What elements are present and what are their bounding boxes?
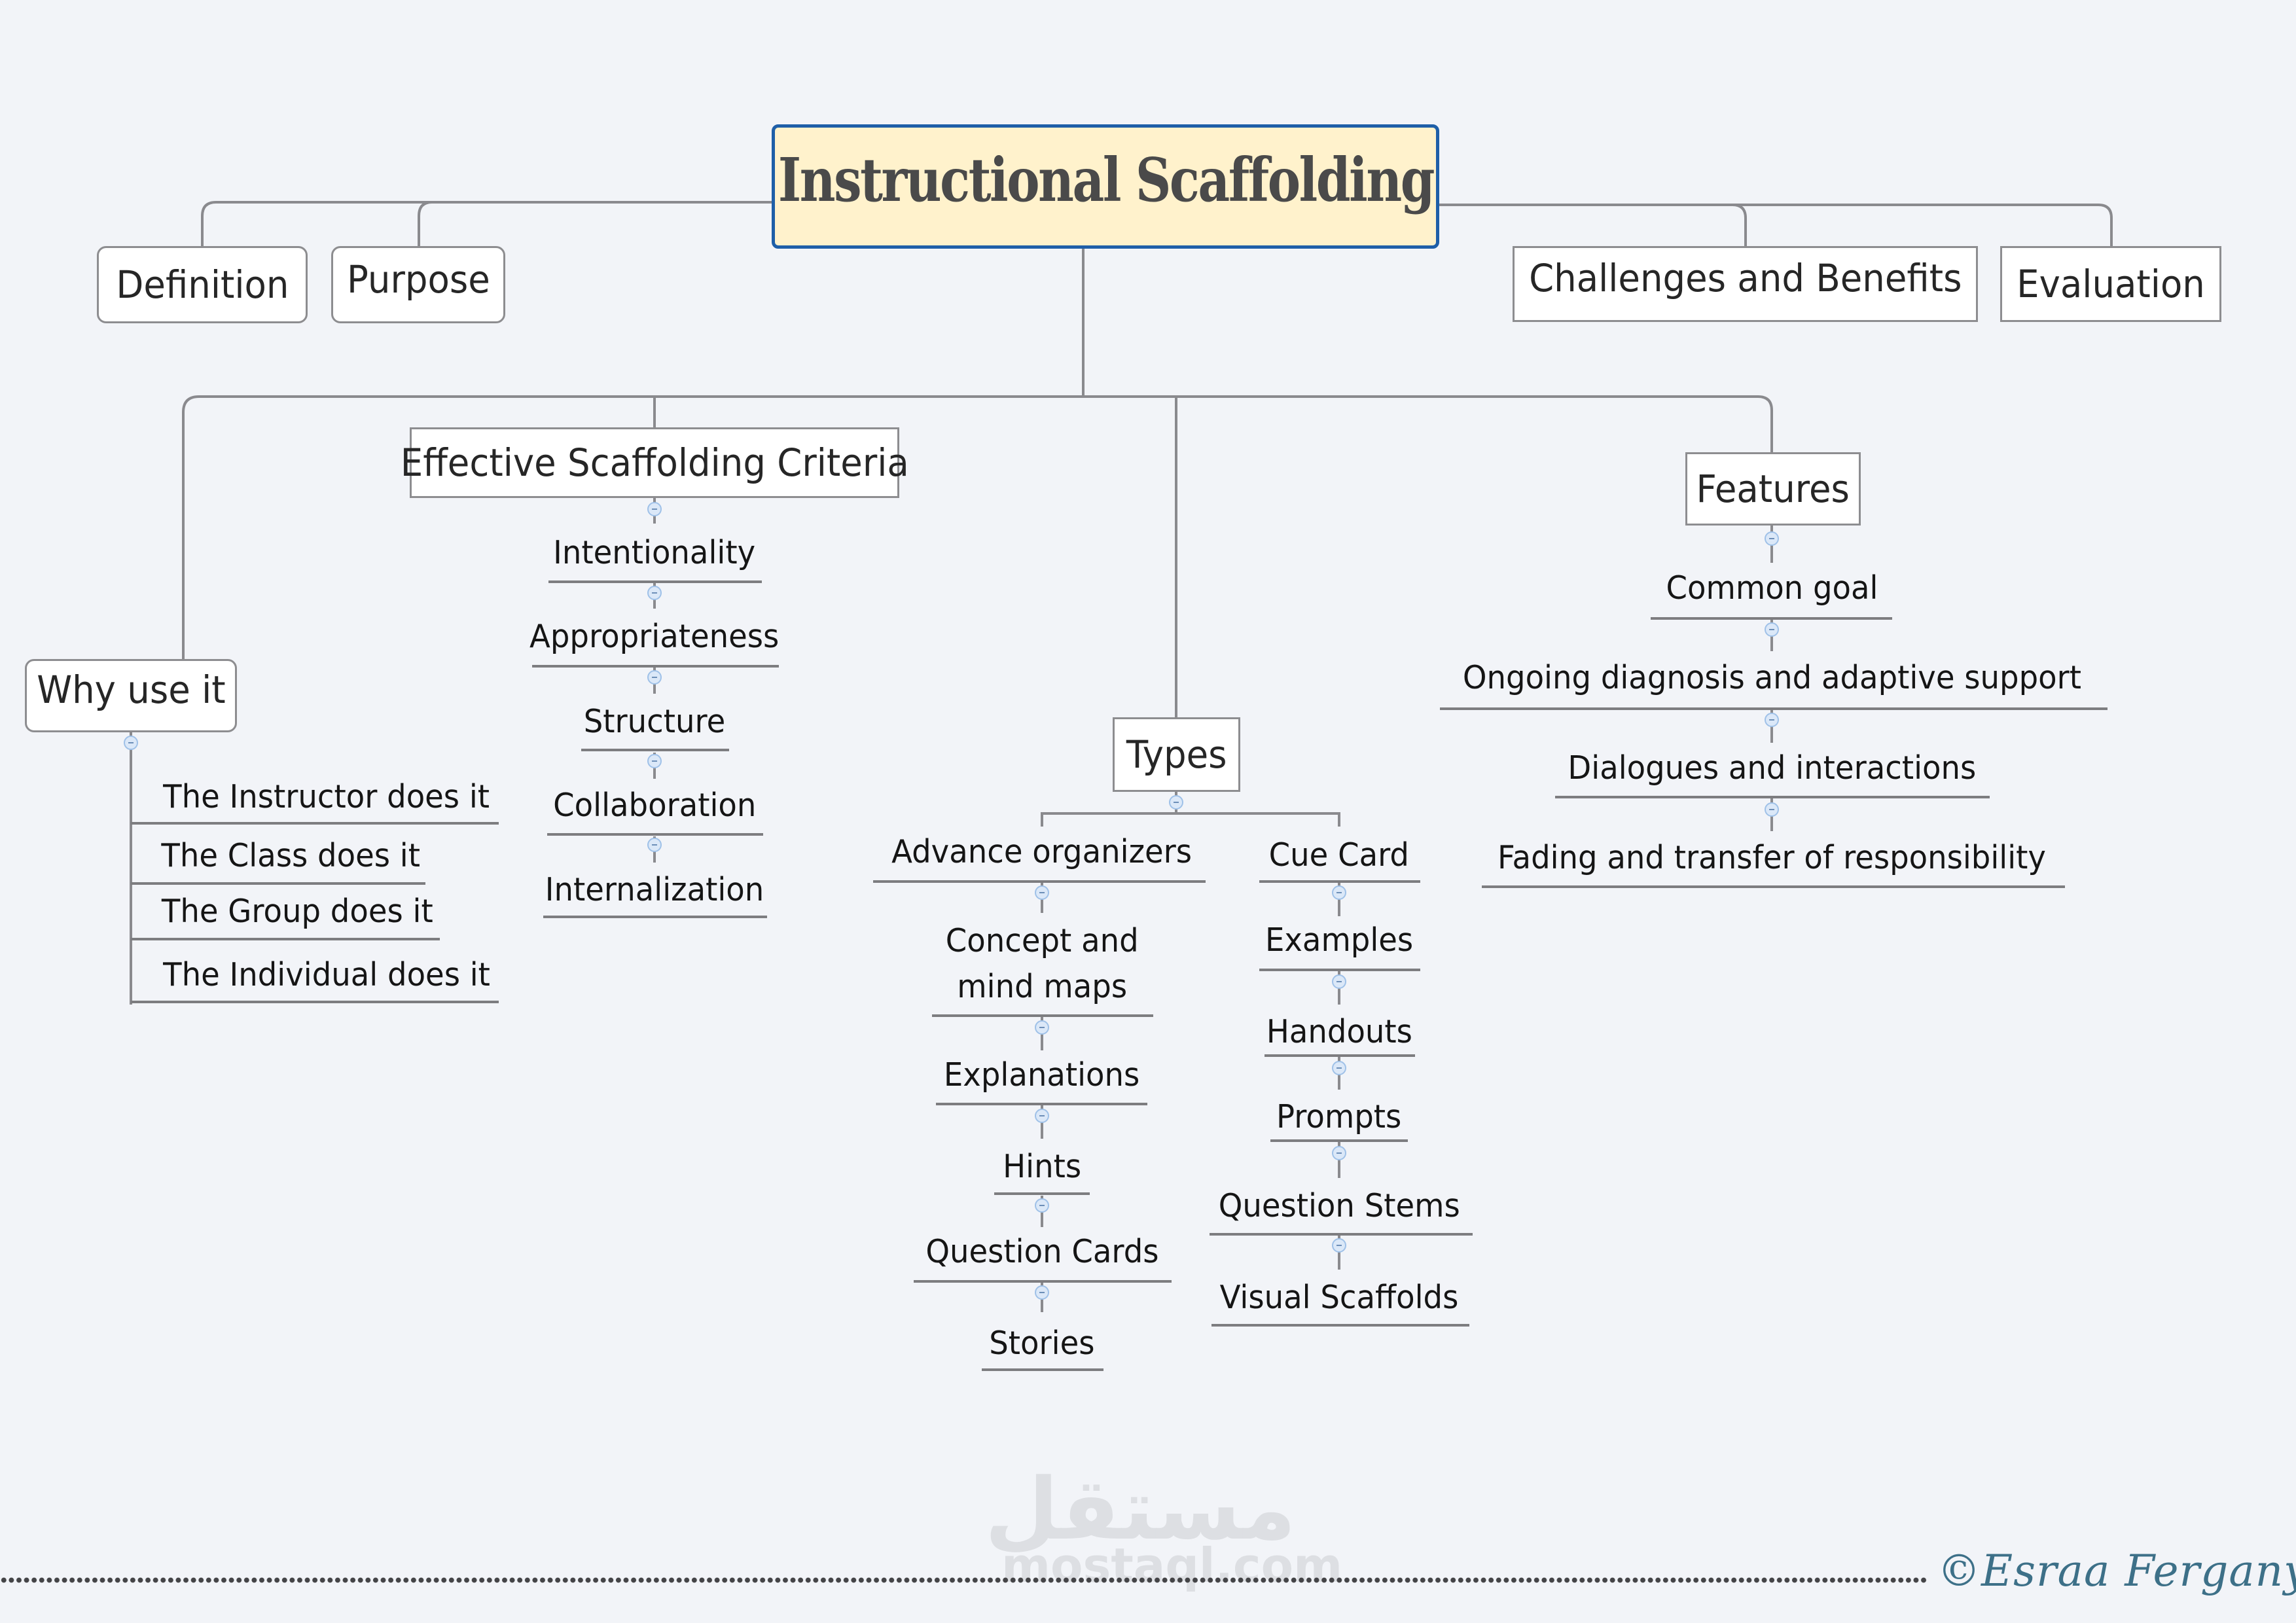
node-features[interactable]: Features — [1685, 452, 1861, 526]
node-label: Stories — [989, 1325, 1095, 1362]
type-item-right[interactable]: Examples — [1208, 918, 1470, 963]
node-label: Dialogues and interactions — [1568, 749, 1976, 787]
node-label: Hints — [1003, 1148, 1081, 1185]
node-evaluation[interactable]: Evaluation — [2000, 246, 2221, 322]
node-label: Appropriateness — [529, 618, 780, 655]
type-item-left[interactable]: Stories — [846, 1321, 1238, 1366]
node-challenges-label: Challenges and Benefits — [1528, 256, 1962, 300]
node-label: Collaboration — [552, 787, 757, 824]
central-topic[interactable]: Instructional Scaffolding — [772, 124, 1439, 249]
collapse-icon[interactable] — [1765, 531, 1779, 546]
type-item-right[interactable]: Visual Scaffolds — [1208, 1275, 1470, 1321]
why-item[interactable]: The Group does it — [154, 889, 440, 935]
node-label: The Individual does it — [163, 956, 490, 993]
node-label: Question Stems — [1218, 1187, 1460, 1224]
collapse-icon[interactable] — [1035, 1285, 1049, 1300]
node-criteria-label: Effective Scaffolding Criteria — [400, 440, 909, 485]
node-label: Common goal — [1666, 569, 1878, 607]
node-purpose-label: Purpose — [346, 257, 490, 302]
why-item[interactable]: The Instructor does it — [154, 774, 498, 820]
collapse-icon[interactable] — [1035, 885, 1049, 900]
collapse-icon[interactable] — [1332, 885, 1346, 900]
collapse-icon[interactable] — [1332, 1061, 1346, 1075]
node-label: Question Cards — [925, 1233, 1159, 1270]
connector-definition — [201, 201, 772, 246]
watermark-latin: mostaql.com — [1001, 1538, 1343, 1593]
connector-evaluation — [1732, 204, 2113, 246]
node-label: Advance organizers — [891, 833, 1193, 870]
dotted-divider — [0, 1577, 1928, 1583]
node-definition[interactable]: Definition — [97, 246, 308, 323]
collapse-icon[interactable] — [1035, 1109, 1049, 1123]
node-label: The Class does it — [161, 837, 420, 874]
feature-item[interactable]: Common goal — [1379, 565, 2164, 611]
collapse-icon[interactable] — [647, 838, 662, 852]
criteria-item[interactable]: Appropriateness — [458, 614, 851, 660]
node-label: Prompts — [1276, 1098, 1402, 1135]
node-evaluation-label: Evaluation — [2017, 262, 2205, 306]
collapse-icon[interactable] — [647, 502, 662, 516]
type-item-left[interactable]: Explanations — [846, 1052, 1238, 1098]
collapse-icon[interactable] — [1765, 622, 1779, 637]
node-purpose[interactable]: Purpose — [331, 246, 505, 323]
node-label: Handouts — [1266, 1013, 1412, 1050]
collapse-icon[interactable] — [1169, 795, 1183, 810]
node-why-use-it-label: Why use it — [36, 668, 226, 712]
collapse-icon[interactable] — [124, 736, 138, 750]
collapse-icon[interactable] — [1765, 713, 1779, 727]
node-label: Structure — [583, 703, 726, 740]
connector-challenges — [1439, 204, 1747, 246]
collapse-icon[interactable] — [1332, 1146, 1346, 1160]
criteria-item[interactable]: Collaboration — [458, 783, 851, 829]
node-challenges-benefits[interactable]: Challenges and Benefits — [1513, 246, 1978, 322]
collapse-icon[interactable] — [647, 586, 662, 600]
collapse-icon[interactable] — [1332, 1238, 1346, 1253]
node-label: The Group does it — [161, 893, 433, 930]
feature-item[interactable]: Dialogues and interactions — [1379, 745, 2164, 791]
collapse-icon[interactable] — [1035, 1198, 1049, 1213]
node-definition-label: Definition — [115, 262, 289, 307]
node-label: The Instructor does it — [163, 778, 490, 815]
collapse-icon[interactable] — [1765, 802, 1779, 817]
type-item-left[interactable]: Question Cards — [846, 1229, 1238, 1275]
node-label: Examples — [1265, 921, 1414, 959]
collapse-icon[interactable] — [647, 670, 662, 685]
type-item-left[interactable]: Concept and mind maps — [846, 918, 1238, 1010]
feature-item[interactable]: Fading and transfer of responsibility — [1379, 835, 2164, 881]
node-label: Intentionality — [553, 534, 756, 571]
node-label: Visual Scaffolds — [1219, 1279, 1459, 1316]
type-item-left[interactable]: Advance organizers — [846, 829, 1238, 875]
connector-purpose — [418, 201, 433, 246]
collapse-icon[interactable] — [647, 754, 662, 768]
type-item-right[interactable]: Prompts — [1208, 1094, 1470, 1140]
node-types[interactable]: Types — [1113, 717, 1240, 792]
author-signature: ©Esraa Fergany — [1937, 1546, 2296, 1596]
node-label: Internalization — [545, 871, 764, 908]
node-types-label: Types — [1126, 732, 1227, 777]
collapse-icon[interactable] — [1035, 1020, 1049, 1035]
collapse-icon[interactable] — [1332, 974, 1346, 989]
node-features-label: Features — [1696, 467, 1850, 511]
node-label: Explanations — [944, 1056, 1140, 1094]
why-item[interactable]: The Class does it — [154, 833, 427, 879]
criteria-item[interactable]: Internalization — [458, 867, 851, 913]
connector-types-split — [1041, 792, 1340, 827]
central-topic-label: Instructional Scaffolding — [778, 145, 1435, 215]
node-why-use-it[interactable]: Why use it — [25, 659, 237, 732]
why-item[interactable]: The Individual does it — [154, 952, 499, 998]
node-label: Fading and transfer of responsibility — [1498, 839, 2046, 876]
feature-item[interactable]: Ongoing diagnosis and adaptive support — [1379, 655, 2164, 701]
type-item-left[interactable]: Hints — [846, 1144, 1238, 1190]
node-label: Ongoing diagnosis and adaptive support — [1462, 659, 2081, 696]
criteria-item[interactable]: Intentionality — [458, 530, 851, 576]
node-effective-scaffolding-criteria[interactable]: Effective Scaffolding Criteria — [400, 427, 909, 498]
type-item-right[interactable]: Handouts — [1208, 1009, 1470, 1055]
criteria-item[interactable]: Structure — [458, 699, 851, 745]
node-label: Concept and mind maps — [945, 922, 1139, 1005]
type-item-right[interactable]: Question Stems — [1208, 1183, 1470, 1229]
